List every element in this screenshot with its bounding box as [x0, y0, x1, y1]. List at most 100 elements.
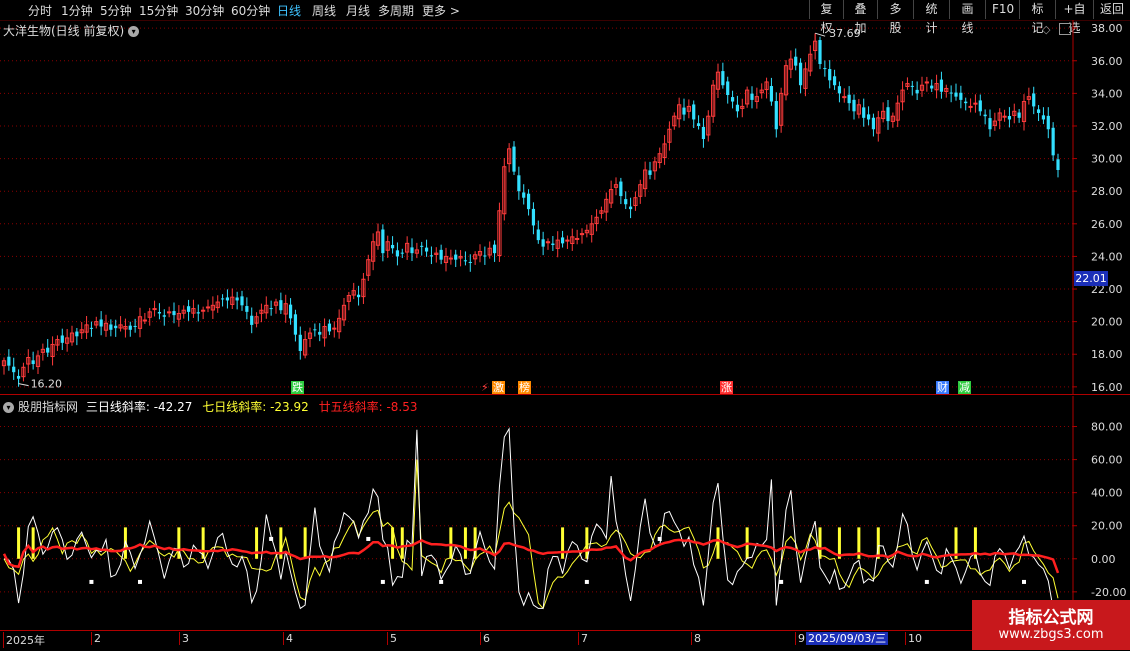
period-tab-2[interactable]: 5分钟 [100, 2, 132, 19]
candle-body [133, 325, 137, 327]
period-tab-9[interactable]: 多周期 [378, 2, 414, 19]
candle-body [250, 315, 254, 325]
toolbar-button-7[interactable]: +自选 [1055, 0, 1093, 35]
y-tick-label: 40.00 [1091, 487, 1123, 500]
candle-body [172, 311, 176, 316]
candle-body [109, 324, 113, 330]
marker-square [439, 579, 444, 584]
event-badge-2[interactable]: 激 [492, 381, 505, 394]
candle-body [959, 92, 963, 100]
toolbar-button-8[interactable]: 返回 [1093, 0, 1130, 19]
candle-body [439, 249, 443, 260]
toolbar-button-1[interactable]: 叠加 [843, 0, 877, 35]
candle-body [114, 325, 118, 329]
candle-body [624, 199, 628, 205]
candle-body [536, 229, 540, 241]
event-badge-6[interactable]: 减 [958, 381, 971, 394]
signal-bar [31, 527, 35, 559]
candle-body [7, 356, 11, 366]
candle-body [313, 329, 317, 331]
x-tick-label: 10 [905, 632, 922, 645]
candle-body [157, 312, 162, 314]
period-tab-6[interactable]: 日线 [277, 2, 301, 19]
candle-body [99, 319, 103, 327]
candlestick-chart[interactable]: 38.00 36.00 34.00 32.00 30.00 28.00 26.00 24.00… [0, 20, 1130, 395]
panel-layout-icon[interactable] [1059, 23, 1071, 35]
x-tick-label: 7 [578, 632, 588, 645]
candle-body [964, 101, 968, 104]
toolbar-button-6[interactable]: 标记 [1019, 0, 1055, 35]
candle-body [89, 327, 94, 329]
candle-body [1051, 127, 1055, 156]
candle-body [522, 192, 526, 198]
candle-body [483, 255, 487, 257]
candle-body [696, 123, 701, 126]
period-tab-3[interactable]: 15分钟 [139, 2, 178, 19]
candle-body [910, 85, 914, 87]
toolbar-button-3[interactable]: 统计 [913, 0, 949, 35]
indicator-chart[interactable]: 80.00 60.00 40.00 20.00 0.00 -20.00 [0, 396, 1130, 630]
event-badge-4[interactable]: 涨 [720, 381, 733, 394]
candle-body [798, 62, 803, 86]
candle-body [1041, 115, 1046, 120]
candle-body [327, 323, 332, 332]
candle-body [692, 104, 696, 120]
toolbar-button-2[interactable]: 多股 [877, 0, 913, 35]
candle-body [205, 306, 211, 309]
toolbar-button-4[interactable]: 画线 [949, 0, 985, 35]
x-tick-label: 4 [283, 632, 293, 645]
x-tick-label: 2 [91, 632, 101, 645]
candle-body [400, 252, 404, 254]
candle-body [930, 85, 934, 89]
candle-body [526, 193, 531, 210]
candle-body [356, 294, 361, 298]
candle-body [429, 255, 434, 257]
series-label-7day: 七日线斜率: -23.92 [202, 400, 309, 414]
period-tab-8[interactable]: 月线 [346, 2, 370, 19]
candle-body [866, 114, 871, 120]
chevron-down-icon[interactable]: ▾ [128, 26, 140, 37]
event-badge-1[interactable]: ⚡ [480, 381, 490, 394]
candle-body [1007, 116, 1012, 120]
event-badge-5[interactable]: 财 [936, 381, 949, 394]
candle-body [293, 314, 298, 335]
period-tab-7[interactable]: 周线 [312, 2, 336, 19]
watermark-title: 指标公式网 [1008, 608, 1094, 628]
date-cursor-label: 2025/09/03/三 [806, 632, 889, 645]
candle-body [12, 366, 16, 373]
diamond-icon[interactable]: ◇ [1042, 23, 1050, 36]
candle-body [565, 239, 570, 242]
event-badge-0[interactable]: 跌 [291, 381, 304, 394]
y-tick-label: 16.00 [1091, 381, 1123, 394]
candle-body [1056, 159, 1060, 170]
chevron-down-icon[interactable]: ▾ [3, 402, 14, 413]
candle-body [551, 243, 555, 245]
stock-name-label: 大洋生物(日线 前复权) [3, 24, 125, 38]
y-tick-label: 36.00 [1091, 55, 1123, 68]
series-label-25day: 廿五线斜率: -8.53 [318, 400, 418, 414]
candle-body [420, 245, 424, 247]
candle-body [735, 104, 740, 112]
period-tab-4[interactable]: 30分钟 [185, 2, 224, 19]
y-tick-label: -20.00 [1091, 586, 1126, 599]
y-tick-label: 32.00 [1091, 120, 1123, 133]
period-tab-5[interactable]: 60分钟 [231, 2, 270, 19]
candle-body [628, 206, 633, 210]
event-badge-3[interactable]: 榜 [518, 381, 531, 394]
signal-bar [449, 527, 453, 559]
candle-body [288, 304, 293, 319]
candle-body [721, 71, 725, 86]
period-tab-0[interactable]: 分时 [28, 2, 52, 19]
period-tab-1[interactable]: 1分钟 [61, 2, 93, 19]
toolbar-button-0[interactable]: 复权 [809, 0, 843, 35]
toolbar-button-5[interactable]: F10 [985, 0, 1019, 19]
candle-body [915, 89, 919, 94]
candle-body [454, 254, 458, 260]
period-tab-10[interactable]: 更多 > [422, 2, 460, 19]
min-price-label: 16.20 [31, 378, 62, 391]
x-tick-label: 8 [691, 632, 701, 645]
current-price-tag: 22.01 [1074, 271, 1108, 286]
candle-body [818, 40, 822, 65]
candle-body [1002, 115, 1007, 118]
candle-body [828, 69, 832, 81]
